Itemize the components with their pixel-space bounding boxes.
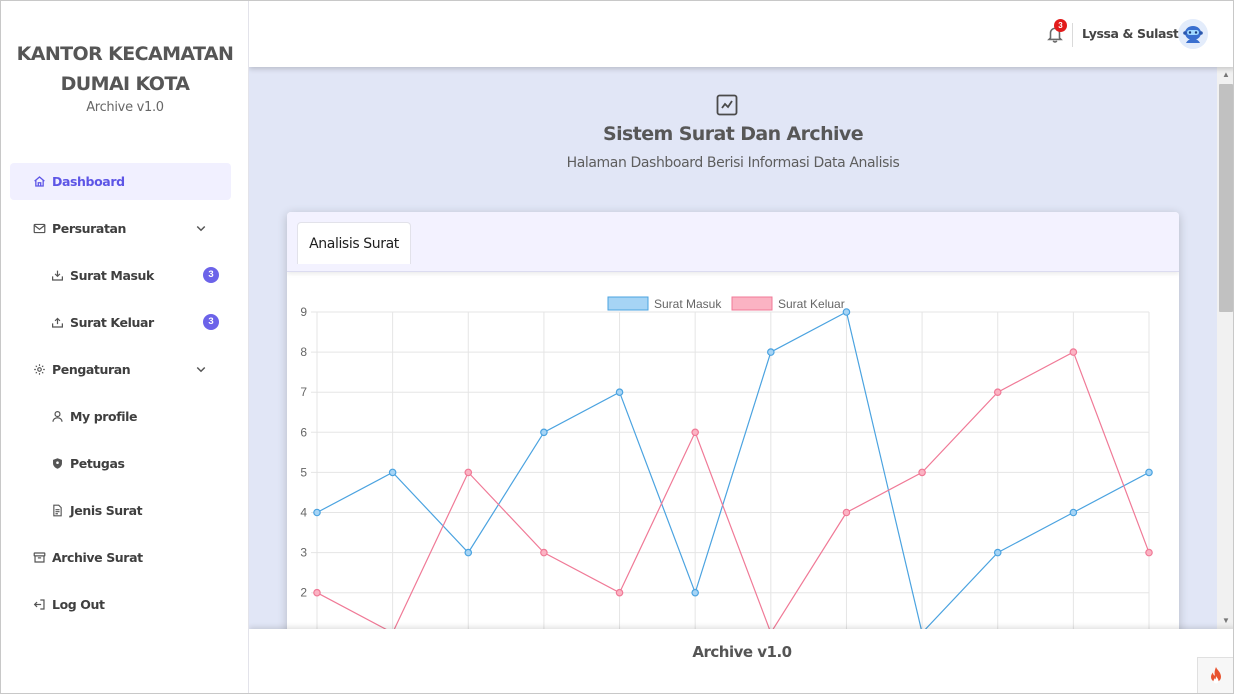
data-point [540,548,548,557]
mail-icon [32,222,46,236]
user-icon [50,410,64,424]
sidebar-menu: Dashboard Persuratan Surat Masuk 3 Surat… [10,163,231,633]
sidebar-item-label: Pengaturan [52,362,131,377]
sidebar-item-pengaturan[interactable]: Pengaturan [10,351,231,388]
data-point [313,588,321,597]
data-point [313,508,321,517]
home-icon [32,175,46,189]
legend-label: Surat Masuk [654,297,722,311]
data-point [691,428,699,437]
legend-swatch [607,296,649,311]
sidebar-item-log-out[interactable]: Log Out [10,586,231,623]
data-point [1069,508,1078,517]
divider [1072,23,1073,47]
sidebar-item-label: Dashboard [52,174,125,189]
page-subtitle: Halaman Dashboard Berisi Informasi Data … [566,155,900,171]
footer: Archive v1.0 [249,629,1233,693]
sidebar-item-archive-surat[interactable]: Archive Surat [10,539,231,576]
sidebar-item-label: Surat Masuk [70,268,154,283]
outbox-icon [50,316,64,330]
footer-text: Archive v1.0 [692,643,792,661]
data-point [464,548,473,557]
sidebar-item-dashboard[interactable]: Dashboard [10,163,231,200]
data-point [993,388,1002,397]
data-point [1145,468,1153,477]
user-name[interactable]: Lyssa & Sulastri [1082,26,1189,41]
tab-analisis-surat[interactable]: Analisis Surat [297,222,411,264]
sidebar-item-label: Jenis Surat [70,503,143,518]
data-point [918,468,926,477]
sidebar-item-label: My profile [70,409,138,424]
sidebar-item-petugas[interactable]: Petugas [10,445,231,482]
legend-label: Surat Keluar [778,297,845,311]
brand-title-line2: DUMAI KOTA [60,73,190,95]
series-line [316,311,1150,629]
avatar[interactable] [1178,19,1208,49]
notification-badge: 3 [1054,19,1067,32]
series-line [316,351,1150,629]
data-point [464,468,473,477]
sidebar-item-label: Surat Keluar [70,315,154,330]
count-badge: 3 [203,267,219,283]
data-point [615,588,624,597]
sidebar-item-jenis-surat[interactable]: Jenis Surat [10,492,231,529]
data-point [691,588,699,597]
shield-icon [50,457,64,471]
gear-icon [32,363,46,377]
sidebar-item-persuratan[interactable]: Persuratan [10,210,231,247]
sidebar-item-surat-keluar[interactable]: Surat Keluar 3 [10,304,231,341]
data-point [842,308,851,316]
scroll-down-arrow-icon[interactable]: ▼ [1217,613,1233,629]
sidebar-item-label: Archive Surat [52,550,143,565]
main-content: Sistem Surat Dan Archive Halaman Dashboa… [249,67,1217,629]
y-tick-label: 4 [300,506,307,520]
line-chart: 9 8 7 6 5 4 3 2 Surat Masuk Surat Keluar [300,296,1153,629]
scroll-up-arrow-icon[interactable]: ▲ [1217,67,1233,83]
y-tick-label: 8 [300,345,307,359]
sidebar-item-label: Log Out [52,597,105,612]
y-tick-label: 2 [300,586,307,600]
top-navbar: 3 Lyssa & Sulastri [249,1,1233,67]
scrollbar[interactable]: ▲ ▼ [1217,67,1233,629]
document-icon [50,504,64,518]
count-badge: 3 [203,314,219,330]
flame-icon[interactable] [1197,657,1233,693]
sidebar-item-label: Petugas [70,456,125,471]
sidebar-item-surat-masuk[interactable]: Surat Masuk 3 [10,257,231,294]
data-point [842,508,851,517]
card-header: Analisis Surat [287,212,1179,272]
chart-line-icon [716,94,738,116]
page-title: Sistem Surat Dan Archive [603,123,864,145]
data-point [1145,548,1153,557]
inbox-icon [50,269,64,283]
data-point [388,468,397,477]
logout-icon [32,598,46,612]
y-tick-label: 9 [300,305,307,319]
data-point [540,428,548,437]
data-point [1069,348,1078,356]
y-tick-label: 3 [300,546,307,560]
app-window: KANTOR KECAMATAN DUMAI KOTA Archive v1.0… [0,0,1234,694]
data-point [767,348,775,356]
brand: KANTOR KECAMATAN DUMAI KOTA Archive v1.0 [1,39,249,115]
analysis-card: Analisis Surat 9 8 7 6 5 4 3 2 Surat Masuk Surat … [287,212,1179,629]
sidebar-item-my-profile[interactable]: My profile [10,398,231,435]
chevron-down-icon[interactable] [195,362,209,376]
data-point [615,388,624,397]
y-tick-label: 6 [300,425,307,439]
y-tick-label: 5 [300,465,307,479]
y-tick-label: 7 [300,385,307,399]
legend-swatch [731,296,773,311]
sidebar-item-label: Persuratan [52,221,127,236]
archive-icon [32,551,46,565]
brand-version: Archive v1.0 [86,100,164,115]
brand-title-line1: KANTOR KECAMATAN [16,43,234,65]
data-point [993,548,1002,557]
sidebar: KANTOR KECAMATAN DUMAI KOTA Archive v1.0… [1,1,249,693]
scrollbar-thumb[interactable] [1219,84,1233,312]
chevron-down-icon[interactable] [195,221,209,235]
